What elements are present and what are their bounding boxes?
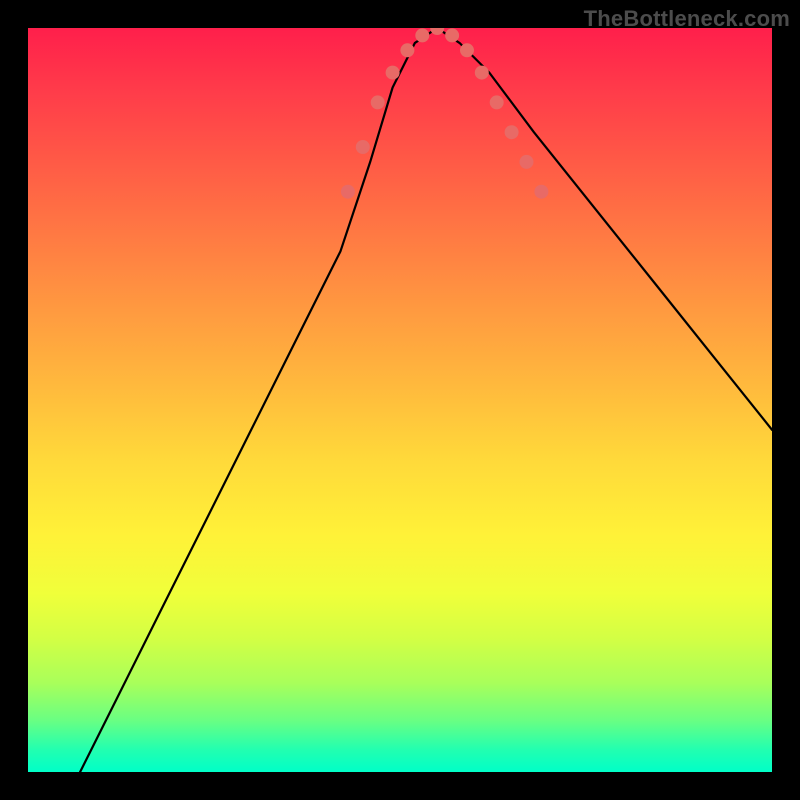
highlight-marker bbox=[371, 95, 385, 109]
marker-group bbox=[341, 28, 549, 199]
highlight-marker bbox=[341, 185, 355, 199]
plot-area bbox=[28, 28, 772, 772]
highlight-marker bbox=[430, 28, 444, 35]
curve-path-group bbox=[80, 28, 772, 772]
highlight-marker bbox=[445, 28, 459, 42]
highlight-marker bbox=[415, 28, 429, 42]
highlight-marker bbox=[386, 66, 400, 80]
highlight-marker bbox=[460, 43, 474, 57]
watermark-text: TheBottleneck.com bbox=[584, 6, 790, 32]
highlight-marker bbox=[490, 95, 504, 109]
highlight-marker bbox=[356, 140, 370, 154]
highlight-marker bbox=[475, 66, 489, 80]
highlight-marker bbox=[505, 125, 519, 139]
highlight-marker bbox=[520, 155, 534, 169]
bottleneck-chart bbox=[28, 28, 772, 772]
bottleneck-curve-path bbox=[80, 28, 772, 772]
highlight-marker bbox=[534, 185, 548, 199]
highlight-marker bbox=[400, 43, 414, 57]
